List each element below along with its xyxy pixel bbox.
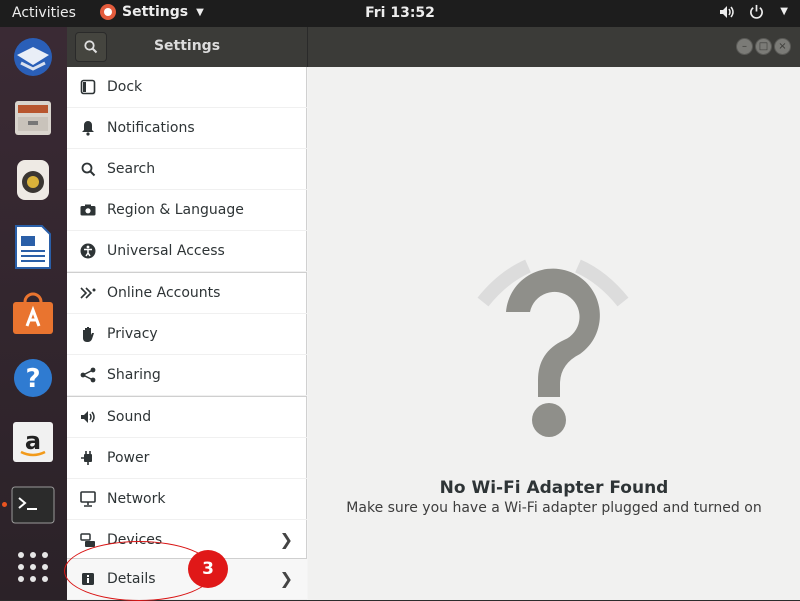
rhythmbox-icon[interactable]	[8, 155, 58, 205]
wifi-unknown-icon	[477, 259, 629, 437]
sidebar-item-sound[interactable]: Sound	[67, 397, 307, 438]
empty-state-title: No Wi-Fi Adapter Found	[439, 478, 669, 498]
system-tray[interactable]: ▼	[719, 4, 788, 19]
bell-icon	[79, 119, 97, 137]
minimize-icon: –	[742, 41, 747, 52]
sidebar-item-label: Online Accounts	[107, 285, 221, 301]
sidebar-item-label: Universal Access	[107, 243, 225, 259]
power-plug-icon	[79, 449, 97, 467]
files-icon[interactable]	[8, 93, 58, 143]
dock-icon	[79, 78, 97, 96]
accessibility-icon	[79, 242, 97, 260]
sidebar-item-network[interactable]: Network	[67, 479, 307, 520]
amazon-icon[interactable]: a	[8, 417, 58, 467]
window-title: Settings	[153, 38, 221, 54]
sidebar-item-online-accounts[interactable]: Online Accounts	[67, 273, 307, 314]
sidebar-item-label: Sharing	[107, 367, 161, 383]
sidebar-item-label: Sound	[107, 409, 152, 425]
sidebar-item-label: Notifications	[107, 120, 195, 136]
sidebar-item-power[interactable]: Power	[67, 438, 307, 479]
share-icon	[79, 366, 97, 384]
sidebar-item-label: Privacy	[107, 326, 158, 342]
close-icon: ×	[778, 41, 787, 52]
running-indicator	[2, 502, 7, 507]
thunderbird-icon[interactable]	[8, 32, 58, 82]
sidebar-item-label: Dock	[107, 79, 143, 95]
settings-window: Settings – □ × Dock Notifications Search…	[67, 27, 800, 600]
power-icon	[750, 4, 764, 19]
hand-icon	[79, 325, 97, 343]
dock: ? a	[0, 27, 67, 600]
camera-icon	[79, 201, 97, 219]
sidebar-item-sharing[interactable]: Sharing	[67, 355, 307, 396]
caret-down-icon: ▼	[780, 6, 788, 17]
main-panel: No Wi-Fi Adapter Found Make sure you hav…	[308, 67, 800, 600]
svg-text:?: ?	[25, 364, 40, 394]
help-icon[interactable]: ?	[8, 353, 58, 403]
sidebar-item-region-language[interactable]: Region & Language	[67, 190, 307, 231]
chevron-right-icon: ❯	[279, 530, 293, 549]
libreoffice-writer-icon[interactable]	[8, 222, 58, 272]
speaker-icon	[79, 408, 97, 426]
sidebar-item-privacy[interactable]: Privacy	[67, 314, 307, 355]
online-accounts-icon	[79, 284, 97, 302]
svg-text:a: a	[25, 427, 41, 455]
header-divider	[307, 27, 308, 67]
minimize-button[interactable]: –	[736, 38, 753, 55]
sidebar-item-label: Region & Language	[107, 202, 244, 218]
sidebar-item-label: Network	[107, 491, 166, 507]
empty-state-subtitle: Make sure you have a Wi-Fi adapter plugg…	[346, 500, 762, 516]
software-center-icon[interactable]	[8, 289, 58, 339]
volume-icon	[720, 5, 735, 18]
header-bar: Settings – □ ×	[67, 27, 800, 67]
sidebar-item-search[interactable]: Search	[67, 149, 307, 190]
show-applications-icon[interactable]	[8, 542, 58, 592]
network-icon	[79, 490, 97, 508]
maximize-button[interactable]: □	[755, 38, 772, 55]
step-badge: 3	[188, 550, 228, 588]
chevron-right-icon: ❯	[279, 569, 293, 588]
sidebar-item-dock[interactable]: Dock	[67, 67, 307, 108]
clock[interactable]: Fri 13:52	[0, 5, 800, 21]
top-bar: Activities Settings ▼ Fri 13:52 ▼	[0, 0, 800, 27]
maximize-icon: □	[758, 41, 769, 52]
close-button[interactable]: ×	[774, 38, 791, 55]
sidebar-item-universal-access[interactable]: Universal Access	[67, 231, 307, 272]
settings-sidebar: Dock Notifications Search Region & Langu…	[67, 67, 307, 600]
sidebar-item-label: Search	[107, 161, 156, 177]
terminal-icon[interactable]	[8, 480, 58, 530]
sidebar-item-label: Power	[107, 450, 150, 466]
search-icon	[79, 160, 97, 178]
sidebar-item-notifications[interactable]: Notifications	[67, 108, 307, 149]
